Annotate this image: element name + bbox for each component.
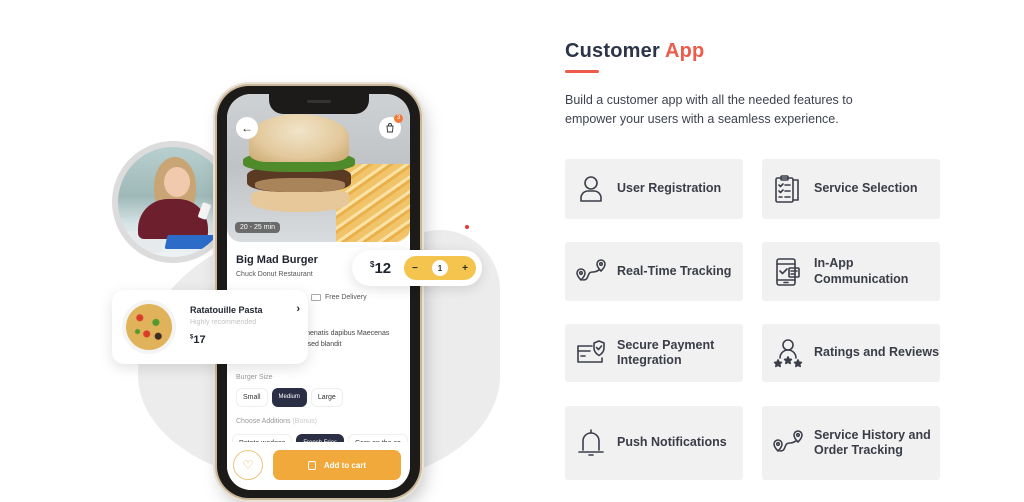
section-title: Customer App — [565, 40, 705, 62]
checklist-clipboard-icon — [762, 172, 814, 206]
size-option-medium[interactable]: Medium — [271, 388, 307, 407]
route-pins-icon — [565, 255, 617, 289]
decorative-dot — [465, 225, 469, 229]
restaurant-name: Chuck Donut Restaurant — [236, 271, 313, 278]
feature-card-service-history: Service History and Order Tracking — [762, 406, 940, 480]
size-option-small[interactable]: Small — [236, 388, 268, 407]
recommended-item-card[interactable]: Ratatouille Pasta Highly recommended $17… — [112, 290, 308, 364]
additions-label: Choose Additions (Bonus) — [236, 418, 317, 425]
section-description: Build a customer app with all the needed… — [565, 93, 853, 126]
customer-photo — [112, 141, 234, 263]
back-button[interactable]: ← — [236, 117, 258, 139]
user-icon — [565, 172, 617, 206]
size-option-large[interactable]: Large — [310, 388, 343, 407]
bottom-action-bar: ♡ Add to cart — [227, 442, 410, 490]
feature-label: In-App Communication — [814, 256, 909, 286]
cart-count-badge: 3 — [394, 114, 403, 123]
size-options: Small Medium Large — [236, 388, 343, 407]
add-to-cart-button[interactable]: Add to cart — [273, 450, 401, 480]
burger-image — [227, 94, 410, 242]
arrow-left-icon: ← — [241, 121, 253, 135]
favorite-button[interactable]: ♡ — [233, 450, 263, 480]
delivery-time-chip: 20 - 25 min — [235, 222, 281, 233]
route-pins-icon — [762, 426, 814, 460]
feature-label: Service History and Order Tracking — [814, 427, 931, 458]
feature-card-secure-payment: Secure Payment Integration — [565, 324, 743, 382]
shopping-bag-icon — [386, 123, 394, 133]
app-mockup-illustration: ← 3 20 - 25 min Big Mad Burger Chuck Don… — [0, 0, 540, 502]
free-delivery: Free Delivery — [311, 294, 367, 301]
feature-label: User Registration — [617, 181, 722, 196]
feature-label: Real-Time Tracking — [617, 263, 732, 278]
size-label: Burger Size — [236, 374, 273, 381]
recommended-item-name: Ratatouille Pasta — [190, 305, 263, 315]
feature-label: Ratings and Reviews — [814, 345, 940, 360]
free-delivery-label: Free Delivery — [325, 294, 367, 301]
quantity-value: 1 — [432, 260, 448, 276]
truck-icon — [311, 294, 321, 301]
feature-card-push-notifications: Push Notifications — [565, 406, 743, 480]
item-price: $12 — [370, 259, 392, 277]
card-shield-icon — [565, 336, 617, 370]
phone-notch — [268, 94, 369, 114]
increase-quantity-button[interactable]: + — [462, 263, 468, 274]
food-title: Big Mad Burger — [236, 254, 318, 266]
feature-label: Service Selection — [814, 181, 918, 196]
feature-card-user-registration: User Registration — [565, 159, 743, 219]
recommended-item-price: $17 — [190, 334, 206, 346]
title-underline — [565, 70, 599, 73]
phone-chat-icon — [762, 255, 814, 289]
pasta-image — [122, 300, 176, 354]
section-title-accent: App — [664, 40, 705, 62]
feature-card-real-time-tracking: Real-Time Tracking — [565, 242, 743, 301]
recommended-item-subtitle: Highly recommended — [190, 319, 257, 326]
quantity-stepper[interactable]: − 1 + — [404, 256, 476, 280]
additions-hint: (Bonus) — [292, 418, 317, 425]
user-stars-icon — [762, 336, 814, 370]
bell-icon — [565, 426, 617, 460]
heart-icon: ♡ — [242, 458, 254, 472]
feature-label: Secure Payment Integration — [617, 337, 715, 368]
decrease-quantity-button[interactable]: − — [412, 263, 418, 274]
price-quantity-pill: $12 − 1 + — [352, 250, 482, 286]
feature-card-in-app-communication: In-App Communication — [762, 242, 940, 301]
chevron-right-icon[interactable]: › — [296, 303, 300, 315]
cart-button[interactable]: 3 — [379, 114, 403, 139]
feature-card-ratings-reviews: Ratings and Reviews — [762, 324, 940, 382]
feature-card-service-selection: Service Selection — [762, 159, 940, 219]
feature-label: Push Notifications — [617, 435, 727, 450]
shopping-bag-icon — [307, 460, 316, 470]
